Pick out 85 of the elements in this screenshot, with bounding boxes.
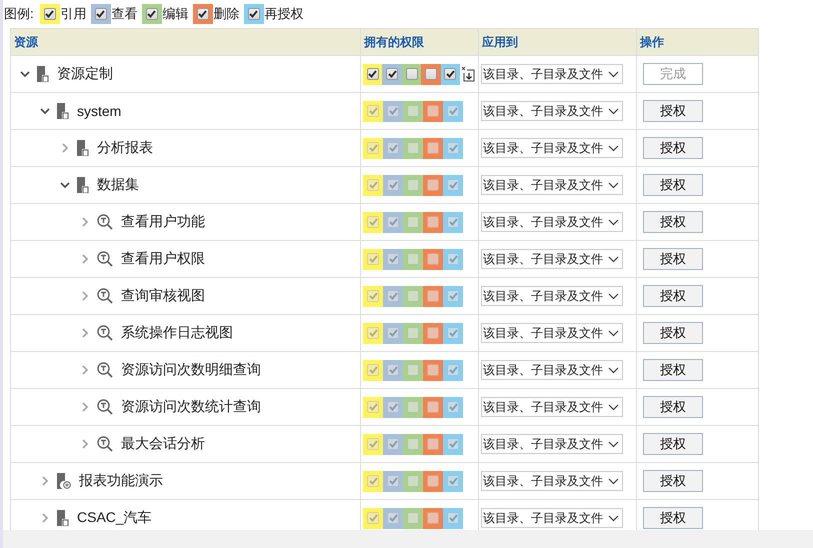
folder-icon	[77, 140, 89, 156]
chevron-down-icon[interactable]	[608, 330, 619, 336]
column-header: 应用到	[478, 28, 636, 56]
checkbox[interactable]	[248, 8, 260, 20]
apply-dropdown[interactable]: 该目录、子目录及文件	[481, 434, 623, 454]
resource-name[interactable]: 资源访问次数明细查询	[121, 361, 261, 379]
chevron-down-icon[interactable]	[608, 218, 619, 226]
apply-dropdown[interactable]: 该目录、子目录及文件	[481, 360, 623, 380]
action-button[interactable]: 授权	[643, 507, 703, 529]
action-button[interactable]: 授权	[643, 137, 703, 159]
checkbox[interactable]	[196, 8, 209, 20]
resource-name[interactable]: 分析报表	[97, 139, 153, 157]
resource-name[interactable]: 查看用户权限	[121, 250, 205, 268]
checkbox[interactable]	[406, 68, 418, 80]
magnifier-icon	[97, 362, 113, 378]
action-button[interactable]: 授权	[643, 433, 703, 455]
checkbox[interactable]	[366, 68, 379, 80]
apply-dropdown[interactable]: 该目录、子目录及文件	[481, 138, 623, 158]
resource-name[interactable]: 资源定制	[57, 65, 113, 83]
legend-label: 再授权	[264, 5, 304, 23]
folder-icon	[57, 103, 69, 119]
chevron-down-icon[interactable]	[608, 404, 619, 410]
legend-label: 编辑	[162, 5, 189, 23]
apply-dropdown[interactable]: 该目录、子目录及文件	[481, 212, 623, 232]
action-button[interactable]: 授权	[643, 211, 703, 233]
apply-dropdown[interactable]: 该目录、子目录及文件	[481, 323, 623, 343]
column-header: 操作	[636, 28, 758, 56]
folder-icon	[37, 66, 49, 82]
action-button[interactable]: 授权	[643, 100, 703, 122]
apply-dropdown[interactable]: 该目录、子目录及文件	[481, 286, 623, 306]
apply-dropdown[interactable]: 该目录、子目录及文件	[481, 101, 623, 121]
folder-icon	[57, 510, 69, 526]
apply-dropdown[interactable]: 该目录、子目录及文件	[481, 397, 623, 417]
chevron-down-icon[interactable]	[608, 478, 619, 484]
action-button[interactable]: 授权	[643, 285, 703, 307]
magnifier-icon	[97, 288, 113, 304]
report-icon	[57, 473, 71, 489]
resource-name[interactable]: 资源访问次数统计查询	[121, 398, 261, 416]
action-button[interactable]: 授权	[643, 322, 703, 344]
column-header: 资源	[10, 28, 360, 56]
chevron-down-icon[interactable]	[608, 514, 619, 522]
legend-label: 引用	[60, 5, 87, 23]
restore-icon[interactable]	[462, 66, 476, 82]
resource-name[interactable]: 查看用户功能	[121, 213, 205, 231]
apply-dropdown[interactable]: 该目录、子目录及文件	[481, 64, 623, 84]
apply-dropdown[interactable]: 该目录、子目录及文件	[481, 508, 623, 528]
magnifier-icon	[97, 214, 113, 230]
action-button[interactable]: 授权	[643, 359, 703, 381]
apply-dropdown[interactable]: 该目录、子目录及文件	[481, 175, 623, 195]
legend-label: 查看	[112, 5, 138, 23]
folder-icon	[77, 177, 89, 193]
checkbox[interactable]	[386, 68, 398, 80]
checkbox[interactable]	[424, 68, 437, 80]
chevron-down-icon[interactable]	[608, 256, 619, 262]
checkbox[interactable]	[44, 8, 56, 20]
checkbox[interactable]	[94, 8, 107, 20]
chevron-down-icon[interactable]	[608, 70, 619, 78]
chevron-down-icon[interactable]	[608, 440, 619, 448]
column-header: 拥有的权限	[360, 28, 478, 56]
action-button[interactable]: 授权	[643, 470, 703, 492]
chevron-down-icon[interactable]	[608, 292, 619, 300]
legend-title: 图例:	[4, 5, 34, 23]
checkbox[interactable]	[146, 8, 158, 20]
chevron-down-icon[interactable]	[608, 144, 619, 152]
chevron-down-icon[interactable]	[608, 108, 619, 114]
resource-name[interactable]: 数据集	[97, 176, 139, 194]
legend-label: 删除	[214, 5, 240, 23]
magnifier-icon	[97, 251, 113, 267]
chevron-down-icon[interactable]	[608, 366, 619, 374]
magnifier-icon	[97, 436, 113, 452]
resource-name[interactable]: system	[77, 103, 122, 119]
chevron-down-icon[interactable]	[608, 182, 619, 188]
magnifier-icon	[97, 325, 113, 341]
action-button[interactable]: 授权	[643, 396, 703, 418]
resource-name[interactable]: 最大会话分析	[121, 435, 205, 453]
magnifier-icon	[97, 399, 113, 415]
resource-name[interactable]: 报表功能演示	[79, 472, 163, 490]
action-button[interactable]: 授权	[643, 174, 703, 196]
checkbox[interactable]	[444, 68, 456, 80]
resource-name[interactable]: CSAC_汽车	[77, 509, 152, 527]
resource-name[interactable]: 系统操作日志视图	[121, 324, 233, 342]
apply-dropdown[interactable]: 该目录、子目录及文件	[481, 471, 623, 491]
apply-dropdown[interactable]: 该目录、子目录及文件	[481, 249, 623, 269]
action-button[interactable]: 授权	[643, 248, 703, 270]
resource-name[interactable]: 查询审核视图	[121, 287, 205, 305]
